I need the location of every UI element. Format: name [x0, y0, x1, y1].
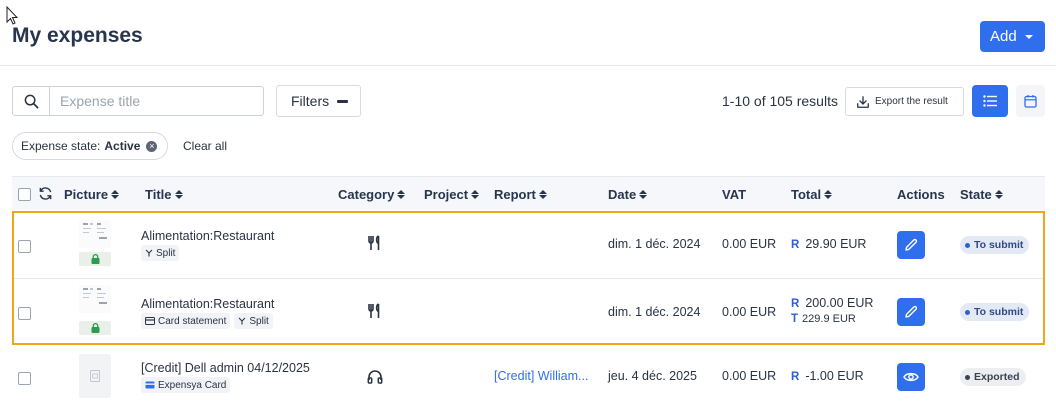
search-box	[12, 86, 264, 116]
select-all-checkbox[interactable]	[18, 188, 31, 201]
amount-type-label: R	[791, 371, 800, 383]
page-title: My expenses	[12, 24, 143, 47]
column-report[interactable]: Report	[494, 187, 547, 202]
sort-icon	[538, 190, 547, 200]
row-vat: 0.00 EUR	[722, 369, 777, 383]
column-category-label: Category	[338, 187, 395, 202]
filter-chip-expense-state[interactable]: Expense state: Active ×	[12, 132, 169, 160]
receipt-placeholder[interactable]	[79, 354, 111, 398]
table-header: Picture Title Category Project Report Da…	[12, 176, 1045, 210]
table-row[interactable]: [Credit] Dell admin 04/12/2025 Expensya …	[12, 346, 1045, 406]
view-button[interactable]	[897, 363, 925, 391]
sort-icon	[397, 190, 406, 200]
column-date-label: Date	[608, 187, 637, 202]
add-button[interactable]: Add	[980, 21, 1045, 52]
list-icon	[983, 95, 997, 107]
row-total: R -1.00 EUR	[791, 369, 864, 383]
column-state[interactable]: State	[960, 187, 1003, 202]
mouse-cursor-icon	[6, 6, 19, 25]
row-title: [Credit] Dell admin 04/12/2025	[141, 361, 310, 375]
sort-icon	[824, 190, 833, 200]
download-icon	[857, 95, 869, 108]
filter-chip-key: Expense state:	[21, 139, 101, 153]
row-date: jeu. 4 déc. 2025	[608, 369, 697, 383]
document-icon	[90, 370, 100, 382]
column-total[interactable]: Total	[791, 187, 833, 202]
column-title[interactable]: Title	[145, 187, 183, 202]
clear-all-link[interactable]: Clear all	[183, 139, 227, 153]
header-divider	[0, 65, 1056, 66]
filter-toggle-icon	[337, 99, 349, 103]
column-project-label: Project	[424, 187, 469, 202]
expenses-page: My expenses Add Filters 1-10 of 105 resu…	[0, 0, 1056, 406]
expensya-card-tag: Expensya Card	[141, 377, 231, 393]
card-icon	[145, 381, 155, 389]
eye-icon	[903, 372, 919, 382]
headphones-icon	[367, 370, 383, 384]
sort-icon	[471, 190, 480, 200]
results-count: 1-10 of 105 results	[722, 93, 838, 109]
sort-icon	[111, 190, 120, 200]
export-button-label: Export the result	[875, 96, 948, 107]
remove-filter-icon[interactable]: ×	[146, 140, 158, 152]
row-tags: Expensya Card	[141, 377, 234, 393]
report-link[interactable]: [Credit] William...	[494, 369, 588, 383]
calendar-view-button[interactable]	[1016, 85, 1045, 117]
column-state-label: State	[960, 187, 992, 202]
tag-label: Expensya Card	[158, 379, 227, 391]
column-picture[interactable]: Picture	[64, 187, 120, 202]
column-title-label: Title	[145, 187, 172, 202]
column-project[interactable]: Project	[424, 187, 480, 202]
sort-icon	[639, 190, 648, 200]
column-vat: VAT	[722, 187, 747, 202]
status-label: Exported	[974, 371, 1020, 383]
filters-button[interactable]: Filters	[276, 85, 361, 117]
column-actions: Actions	[897, 187, 945, 202]
column-total-label: Total	[791, 187, 822, 202]
calendar-icon	[1024, 95, 1037, 108]
filters-button-label: Filters	[291, 93, 330, 109]
status-badge: Exported	[960, 368, 1026, 386]
chevron-down-icon	[1024, 34, 1033, 39]
row-total-amount: -1.00 EUR	[805, 369, 864, 383]
refresh-icon[interactable]	[38, 186, 53, 201]
sort-icon	[174, 190, 183, 200]
search-button[interactable]	[13, 87, 50, 115]
column-picture-label: Picture	[64, 187, 109, 202]
add-button-label: Add	[990, 28, 1017, 45]
search-icon	[24, 94, 38, 108]
column-date[interactable]: Date	[608, 187, 648, 202]
sort-icon	[994, 190, 1003, 200]
export-button[interactable]: Export the result	[845, 87, 964, 116]
column-report-label: Report	[494, 187, 536, 202]
row-checkbox[interactable]	[18, 372, 31, 385]
search-input[interactable]	[50, 87, 260, 115]
list-view-button[interactable]	[972, 85, 1008, 117]
column-category[interactable]: Category	[338, 187, 406, 202]
status-dot	[965, 374, 970, 380]
selection-highlight	[12, 211, 1045, 345]
filter-chip-value: Active	[104, 139, 141, 153]
